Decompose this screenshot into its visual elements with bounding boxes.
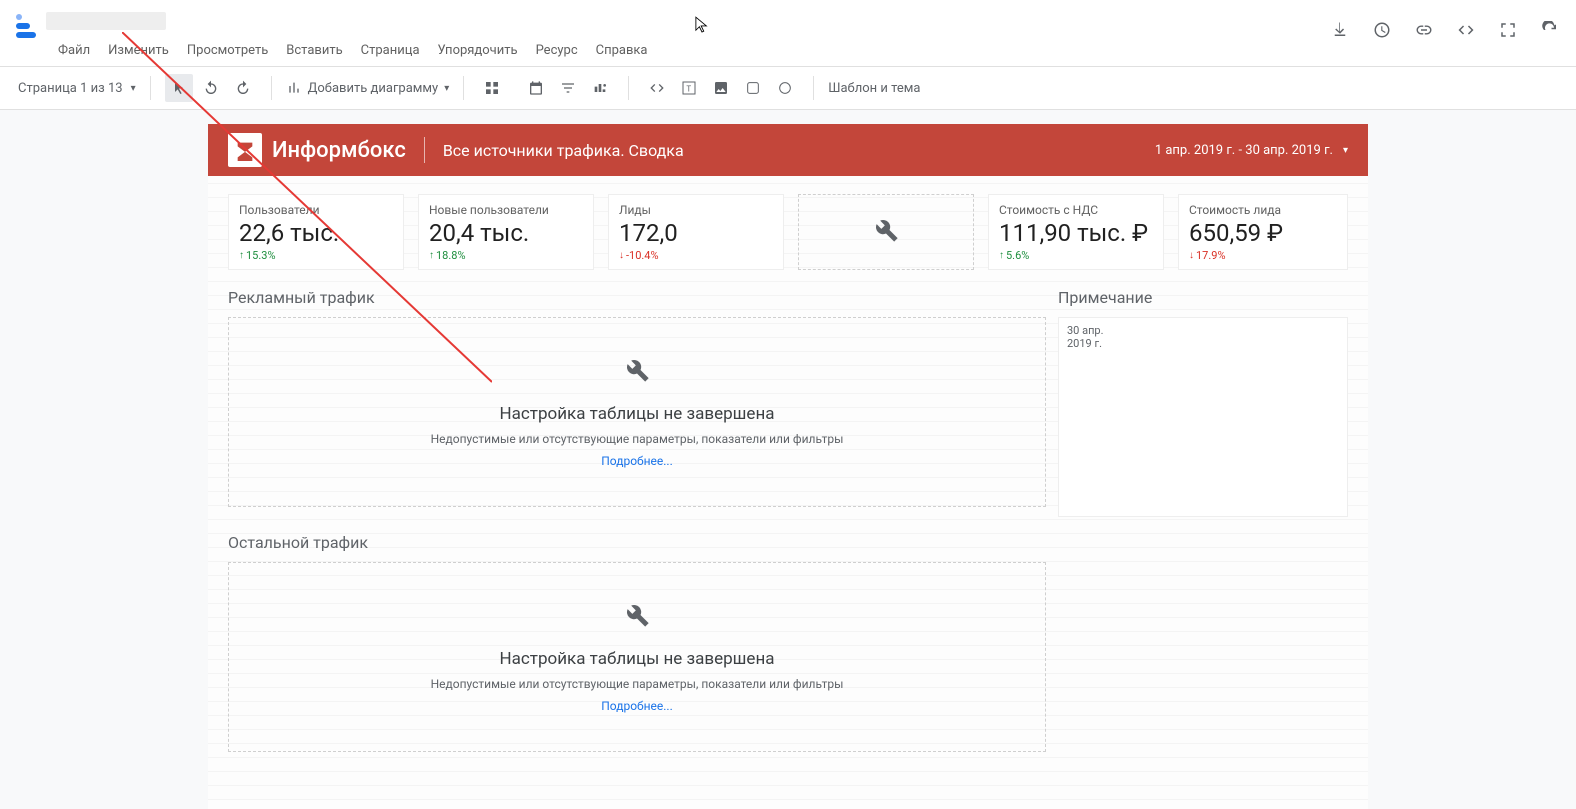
metric-change: 5.6% <box>999 249 1153 262</box>
note-line: 2019 г. <box>1067 337 1339 350</box>
history-icon[interactable] <box>1372 20 1392 40</box>
metrics-row: Пользователи 22,6 тыс. 15.3% Новые польз… <box>208 176 1368 280</box>
menu-file[interactable]: Файл <box>58 43 90 58</box>
data-control-icon[interactable] <box>586 74 614 102</box>
metric-placeholder[interactable] <box>798 194 974 270</box>
metric-value: 111,90 тыс. <box>999 219 1153 247</box>
date-range-text: 1 апр. 2019 г. - 30 апр. 2019 г. <box>1155 143 1333 158</box>
table-placeholder-1[interactable]: Настройка таблицы не завершена Недопусти… <box>228 317 1046 507</box>
placeholder-link[interactable]: Подробнее... <box>601 699 672 713</box>
add-chart-button[interactable]: Добавить диаграмму ▾ <box>286 80 450 96</box>
undo-button[interactable] <box>197 74 225 102</box>
fullscreen-icon[interactable] <box>1498 20 1518 40</box>
toolbar: Страница 1 из 13 Добавить диаграмму ▾ T … <box>0 66 1576 110</box>
metric-new-users[interactable]: Новые пользователи 20,4 тыс. 18.8% <box>418 194 594 270</box>
report-title: Все источники трафика. Сводка <box>443 141 1155 160</box>
report-page[interactable]: Информбокс Все источники трафика. Сводка… <box>208 124 1368 809</box>
brand-logo <box>228 133 262 167</box>
wrench-icon <box>623 601 651 633</box>
table-placeholder-2[interactable]: Настройка таблицы не завершена Недопусти… <box>228 562 1046 752</box>
cursor-icon <box>695 16 709 38</box>
note-line: 30 апр. <box>1067 324 1339 337</box>
svg-text:T: T <box>687 84 692 93</box>
metric-cost-vat[interactable]: Стоимость с НДС 111,90 тыс. 5.6% <box>988 194 1164 270</box>
metric-value: 172,0 <box>619 219 773 247</box>
community-viz-icon[interactable] <box>478 74 506 102</box>
placeholder-desc: Недопустимые или отсутствующие параметры… <box>431 432 844 446</box>
menu-view[interactable]: Просмотреть <box>187 43 268 58</box>
metric-label: Новые пользователи <box>429 203 583 217</box>
refresh-icon[interactable] <box>1540 20 1560 40</box>
placeholder-link[interactable]: Подробнее... <box>601 454 672 468</box>
placeholder-title: Настройка таблицы не завершена <box>500 404 775 424</box>
filter-icon[interactable] <box>554 74 582 102</box>
top-bar: Файл Изменить Просмотреть Вставить Стран… <box>0 0 1576 66</box>
metric-label: Стоимость с НДС <box>999 203 1153 217</box>
canvas[interactable]: Информбокс Все источники трафика. Сводка… <box>0 110 1576 809</box>
menu-page[interactable]: Страница <box>361 43 420 58</box>
top-icons <box>1330 20 1560 40</box>
code-icon[interactable] <box>1456 20 1476 40</box>
link-icon[interactable] <box>1414 20 1434 40</box>
section-ad-traffic: Рекламный трафик <box>228 280 1046 317</box>
report-title-input[interactable] <box>46 12 166 30</box>
report-header: Информбокс Все источники трафика. Сводка… <box>208 124 1368 176</box>
select-tool[interactable] <box>165 74 193 102</box>
metric-value: 20,4 тыс. <box>429 219 583 247</box>
metric-value: 22,6 тыс. <box>239 219 393 247</box>
menu-bar: Файл Изменить Просмотреть Вставить Стран… <box>58 43 648 58</box>
circle-icon[interactable] <box>771 74 799 102</box>
menu-insert[interactable]: Вставить <box>286 43 342 58</box>
theme-button[interactable]: Шаблон и тема <box>828 81 920 96</box>
metric-change: -10.4% <box>619 249 773 262</box>
metric-leads[interactable]: Лиды 172,0 -10.4% <box>608 194 784 270</box>
download-icon[interactable] <box>1330 20 1350 40</box>
notes-box[interactable]: 30 апр. 2019 г. <box>1058 317 1348 517</box>
menu-edit[interactable]: Изменить <box>108 43 169 58</box>
menu-resource[interactable]: Ресурс <box>536 43 578 58</box>
page-selector[interactable]: Страница 1 из 13 <box>18 81 136 96</box>
add-chart-label: Добавить диаграмму <box>308 81 439 96</box>
wrench-icon <box>872 216 900 248</box>
url-embed-icon[interactable] <box>643 74 671 102</box>
metric-change: 18.8% <box>429 249 583 262</box>
text-icon[interactable]: T <box>675 74 703 102</box>
metric-change: 15.3% <box>239 249 393 262</box>
metric-label: Пользователи <box>239 203 393 217</box>
section-other-traffic: Остальной трафик <box>228 525 1046 562</box>
metric-cost-per-lead[interactable]: Стоимость лида 650,59 17.9% <box>1178 194 1348 270</box>
metric-label: Стоимость лида <box>1189 203 1337 217</box>
wrench-icon <box>623 356 651 388</box>
brand-name: Информбокс <box>272 138 406 163</box>
metric-label: Лиды <box>619 203 773 217</box>
metric-change: 17.9% <box>1189 249 1337 262</box>
image-icon[interactable] <box>707 74 735 102</box>
metric-users[interactable]: Пользователи 22,6 тыс. 15.3% <box>228 194 404 270</box>
date-range-picker[interactable]: 1 апр. 2019 г. - 30 апр. 2019 г. <box>1155 143 1348 158</box>
menu-help[interactable]: Справка <box>596 43 648 58</box>
redo-button[interactable] <box>229 74 257 102</box>
placeholder-title: Настройка таблицы не завершена <box>500 649 775 669</box>
date-range-icon[interactable] <box>522 74 550 102</box>
placeholder-desc: Недопустимые или отсутствующие параметры… <box>431 677 844 691</box>
rectangle-icon[interactable] <box>739 74 767 102</box>
section-notes: Примечание <box>1058 280 1348 317</box>
menu-arrange[interactable]: Упорядочить <box>438 43 518 58</box>
metric-value: 650,59 <box>1189 219 1337 247</box>
app-logo <box>16 14 36 38</box>
